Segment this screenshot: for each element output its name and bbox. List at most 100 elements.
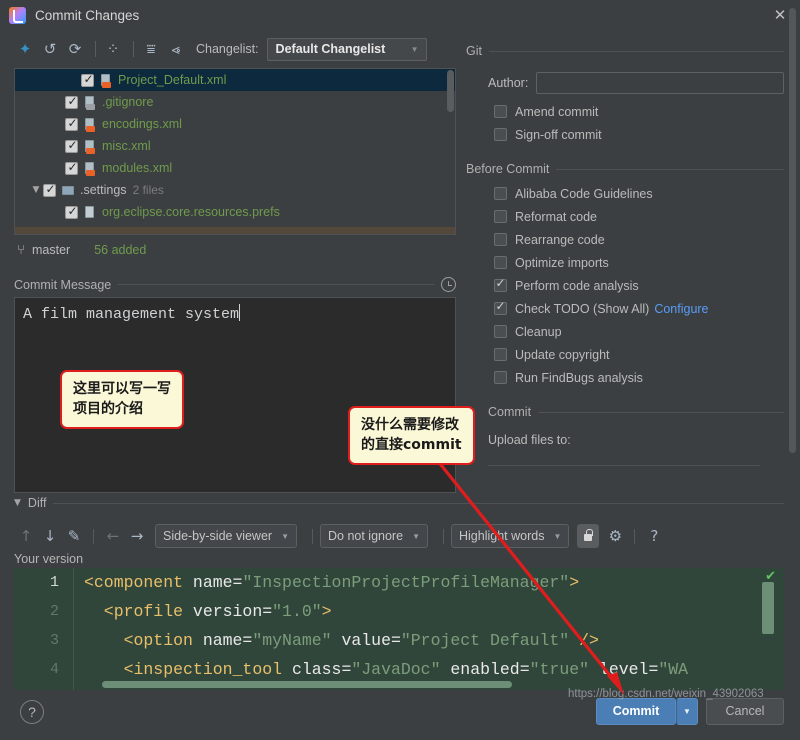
tree-row-label: .settings bbox=[80, 183, 127, 197]
diff-code-editor[interactable]: 1234 <component name="InspectionProjectP… bbox=[14, 568, 784, 690]
option-checkbox[interactable] bbox=[494, 276, 507, 292]
cancel-button[interactable]: Cancel bbox=[706, 698, 784, 725]
option-row[interactable]: Optimize imports bbox=[466, 251, 784, 274]
option-row[interactable]: Amend commit bbox=[466, 100, 784, 123]
tree-row-checkbox[interactable] bbox=[65, 94, 79, 109]
option-row[interactable]: Sign-off commit bbox=[466, 123, 784, 146]
tree-row[interactable]: encodings.xml bbox=[15, 113, 455, 135]
commit-message-label: Commit Message bbox=[14, 277, 112, 292]
lock-icon[interactable] bbox=[577, 524, 600, 548]
code-token: > bbox=[321, 602, 332, 621]
whitespace-mode-select[interactable]: Do not ignore ▼ bbox=[320, 524, 428, 548]
option-checkbox[interactable] bbox=[494, 128, 507, 141]
viewer-mode-select[interactable]: Side-by-side viewer ▼ bbox=[155, 524, 297, 548]
tree-row-checkbox[interactable] bbox=[43, 182, 57, 197]
branch-name: master bbox=[32, 243, 71, 257]
tree-row-checkbox[interactable] bbox=[65, 138, 79, 153]
changelist-label: Changelist: bbox=[196, 42, 259, 56]
changelist-select[interactable]: Default Changelist ▼ bbox=[266, 37, 427, 61]
clock-history-icon[interactable] bbox=[441, 277, 456, 292]
prefs-file-icon bbox=[83, 205, 97, 220]
option-checkbox[interactable] bbox=[494, 210, 507, 223]
tree-row[interactable]: .gitignore bbox=[15, 91, 455, 113]
git-section-label: Git bbox=[466, 44, 482, 58]
section-divider bbox=[556, 168, 784, 170]
option-row[interactable]: Rearrange code bbox=[466, 228, 784, 251]
tree-row-label: Project_Default.xml bbox=[118, 73, 227, 87]
watermark-url: https://blog.csdn.net/weixin_43902063 bbox=[568, 688, 764, 700]
option-row[interactable]: Reformat code bbox=[466, 205, 784, 228]
tree-row-checkbox[interactable] bbox=[65, 160, 79, 175]
option-row[interactable]: Perform code analysis bbox=[466, 274, 784, 297]
option-checkbox[interactable] bbox=[494, 371, 507, 384]
option-checkbox[interactable] bbox=[494, 325, 507, 338]
tree-row[interactable]: Project_Default.xml bbox=[15, 69, 455, 91]
option-checkbox[interactable] bbox=[494, 233, 507, 246]
line-number: 4 bbox=[49, 661, 59, 678]
commit-dropdown-button[interactable]: ▼ bbox=[676, 698, 698, 725]
editor-vertical-scrollbar[interactable] bbox=[762, 582, 774, 634]
chevron-down-icon: ▼ bbox=[412, 531, 420, 541]
gear-icon[interactable]: ⚙ bbox=[603, 524, 627, 548]
diff-section-header[interactable]: ▼ Diff bbox=[14, 496, 784, 510]
options-scrollbar[interactable] bbox=[789, 8, 796, 453]
option-label: Run FindBugs analysis bbox=[515, 370, 643, 385]
editor-horizontal-scrollbar[interactable] bbox=[102, 681, 512, 688]
revert-icon[interactable]: ↺ bbox=[39, 38, 61, 60]
question-mark-icon[interactable]: ? bbox=[642, 524, 666, 548]
author-field[interactable] bbox=[536, 72, 784, 94]
option-label: Check TODO (Show All) bbox=[515, 301, 650, 316]
line-number: 1 bbox=[49, 574, 59, 591]
option-row[interactable]: Cleanup bbox=[466, 320, 784, 343]
option-checkbox[interactable] bbox=[494, 299, 507, 315]
code-line: <component name="InspectionProjectProfil… bbox=[84, 568, 688, 597]
code-content: <component name="InspectionProjectProfil… bbox=[84, 568, 688, 684]
changed-files-tree[interactable]: Project_Default.xml .gitignore encodings.x… bbox=[14, 68, 456, 235]
refresh-icon[interactable]: ⟳ bbox=[64, 38, 86, 60]
collapse-all-icon[interactable]: ⩹ bbox=[165, 38, 187, 60]
code-token: name= bbox=[202, 631, 253, 650]
chevron-down-icon[interactable]: ▼ bbox=[29, 185, 43, 195]
group-by-icon[interactable]: ⁘ bbox=[102, 38, 124, 60]
next-difference-icon[interactable]: ↓ bbox=[38, 524, 62, 548]
annotation-note-1-text: 这里可以写一写 项目的介绍 bbox=[73, 381, 171, 418]
accept-left-icon[interactable]: ← bbox=[101, 524, 125, 548]
tree-row-checkbox[interactable] bbox=[81, 72, 95, 87]
code-token: name= bbox=[192, 573, 243, 592]
close-icon[interactable]: ✕ bbox=[770, 6, 790, 24]
option-checkbox[interactable] bbox=[494, 348, 507, 361]
option-row[interactable]: Check TODO (Show All) Configure bbox=[466, 297, 784, 320]
expand-all-icon[interactable]: ⩸ bbox=[140, 38, 162, 60]
tree-scrollbar[interactable] bbox=[447, 70, 454, 112]
gitignore-file-icon bbox=[83, 95, 97, 110]
toolbar-divider bbox=[312, 528, 313, 544]
help-button[interactable]: ? bbox=[20, 700, 44, 724]
tree-row-checkbox[interactable] bbox=[65, 204, 79, 219]
commit-message-value: A film management system bbox=[23, 306, 240, 323]
commit-button[interactable]: Commit bbox=[596, 698, 676, 725]
tree-row[interactable]: org.eclipse.core.resources.prefs bbox=[15, 201, 455, 223]
option-checkbox[interactable] bbox=[494, 256, 507, 269]
configure-link[interactable]: Configure bbox=[654, 302, 708, 316]
option-label: Alibaba Code Guidelines bbox=[515, 186, 653, 201]
edit-source-icon[interactable]: ✎ bbox=[62, 524, 86, 548]
your-version-label: Your version bbox=[14, 552, 84, 566]
option-checkbox[interactable] bbox=[494, 105, 507, 118]
tree-row[interactable]: modules.xml bbox=[15, 157, 455, 179]
xml-file-icon bbox=[83, 139, 97, 154]
branch-status-bar: ⑂ master 56 added bbox=[14, 241, 456, 259]
previous-difference-icon[interactable]: ↑ bbox=[14, 524, 38, 548]
option-label: Perform code analysis bbox=[515, 278, 639, 293]
commit-changes-dialog: Commit Changes ✕ ✦ ↺ ⟳ ⁘ ⩸ ⩹ Changelist:… bbox=[0, 0, 800, 740]
option-row[interactable]: Alibaba Code Guidelines bbox=[466, 182, 784, 205]
tree-row[interactable]: misc.xml bbox=[15, 135, 455, 157]
line-number: 2 bbox=[49, 603, 59, 620]
tree-row[interactable]: ▼ .settings 2 files bbox=[15, 179, 455, 201]
option-row[interactable]: Run FindBugs analysis bbox=[466, 366, 784, 389]
option-checkbox[interactable] bbox=[494, 187, 507, 200]
option-row[interactable]: Update copyright bbox=[466, 343, 784, 366]
tree-row-checkbox[interactable] bbox=[65, 116, 79, 131]
highlight-mode-select[interactable]: Highlight words ▼ bbox=[450, 524, 570, 548]
accept-right-icon[interactable]: → bbox=[125, 524, 149, 548]
show-diff-icon[interactable]: ✦ bbox=[14, 38, 36, 60]
